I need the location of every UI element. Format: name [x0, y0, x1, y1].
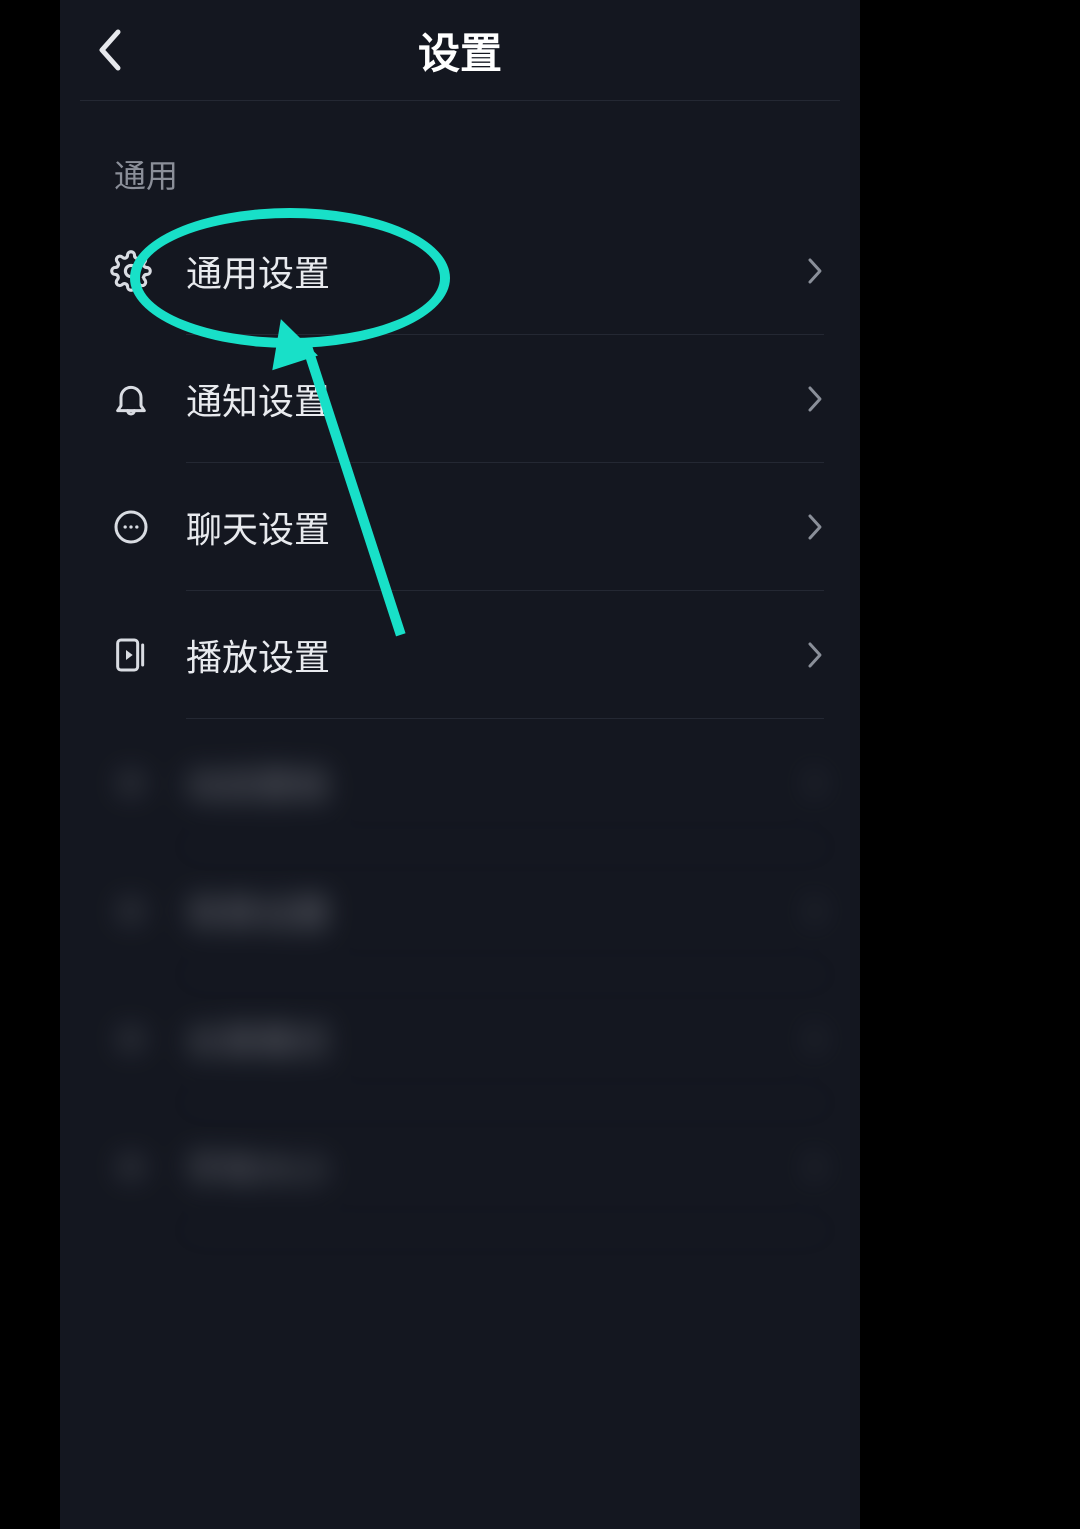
row-blurred[interactable]: 背景设置 [60, 847, 860, 975]
chevron-right-icon [806, 768, 824, 798]
row-notification-settings[interactable]: 通知设置 [60, 335, 860, 463]
row-label: 字体大小 [186, 1141, 806, 1193]
settings-list: 通用设置 通知设置 聊天设置 [60, 207, 860, 1231]
row-label: 播放设置 [186, 629, 806, 681]
row-label: 背景设置 [186, 885, 806, 937]
row-label: 长辈模式 [186, 1013, 806, 1065]
bell-icon [106, 374, 156, 424]
row-blurred[interactable]: 动态壁纸 [60, 719, 860, 847]
row-blurred[interactable]: 长辈模式 [60, 975, 860, 1103]
row-blurred[interactable]: 字体大小 [60, 1103, 860, 1231]
play-icon [106, 630, 156, 680]
row-label: 动态壁纸 [186, 757, 806, 809]
row-playback-settings[interactable]: 播放设置 [60, 591, 860, 719]
blur-icon [106, 1142, 156, 1192]
chevron-right-icon [806, 1152, 824, 1182]
chevron-right-icon [806, 1024, 824, 1054]
blur-icon [106, 1014, 156, 1064]
blur-icon [106, 886, 156, 936]
chevron-right-icon [806, 896, 824, 926]
page-title: 设置 [80, 20, 840, 81]
row-general-settings[interactable]: 通用设置 [60, 207, 860, 335]
blur-icon [106, 758, 156, 808]
chevron-right-icon [806, 384, 824, 414]
row-label: 聊天设置 [186, 501, 806, 553]
gear-icon [106, 246, 156, 296]
row-chat-settings[interactable]: 聊天设置 [60, 463, 860, 591]
chat-icon [106, 502, 156, 552]
chevron-right-icon [806, 256, 824, 286]
settings-screen: 设置 通用 通用设置 通知设置 [60, 0, 860, 1529]
header: 设置 [60, 0, 860, 100]
chevron-right-icon [806, 640, 824, 670]
chevron-right-icon [806, 512, 824, 542]
row-label: 通知设置 [186, 373, 806, 425]
row-label: 通用设置 [186, 245, 806, 297]
section-label: 通用 [60, 101, 860, 207]
